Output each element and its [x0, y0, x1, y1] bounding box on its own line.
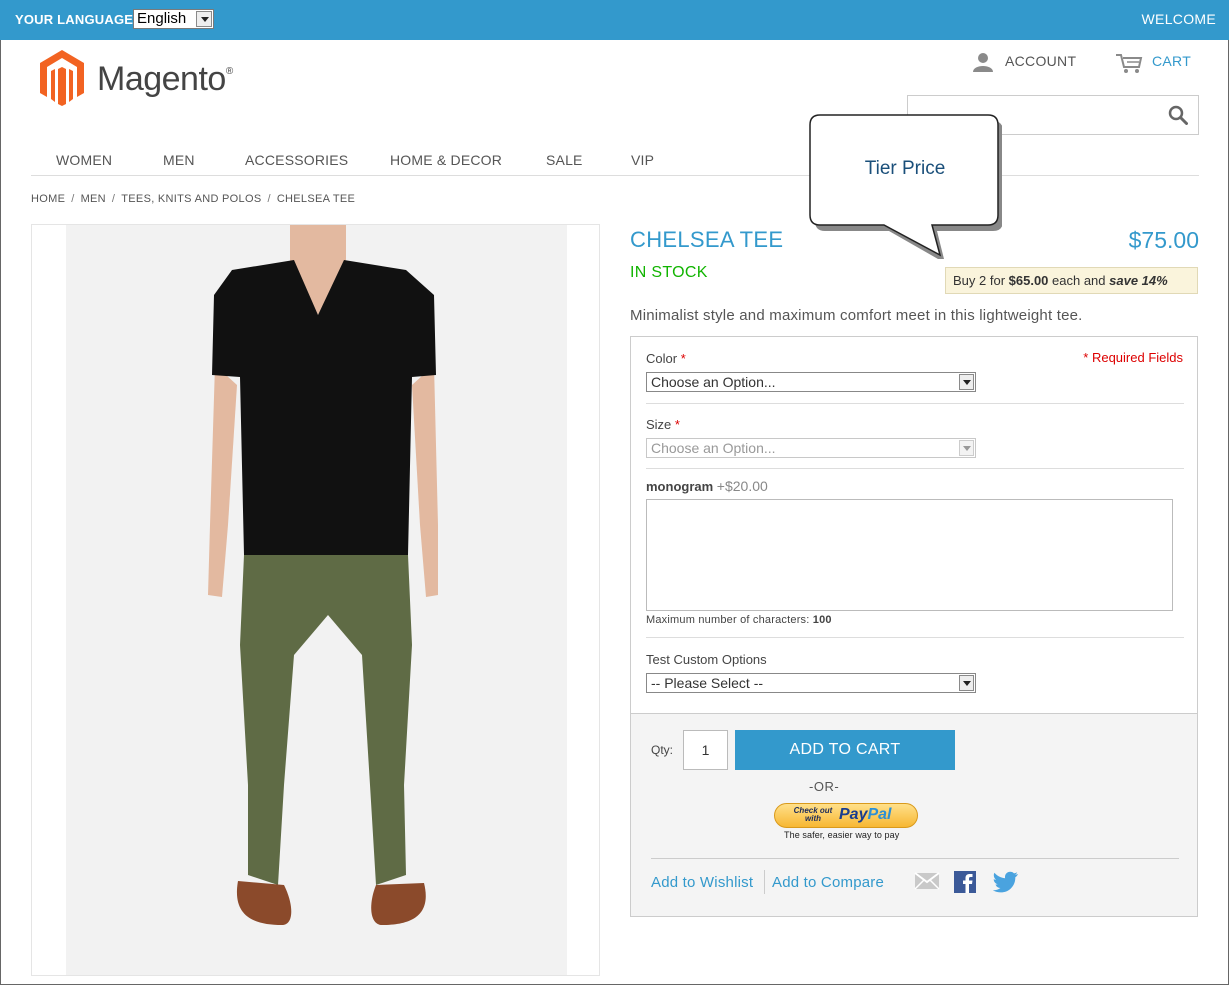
chevron-down-icon: [959, 440, 974, 456]
color-label: Color *: [646, 351, 686, 366]
product-name: CHELSEA TEE: [630, 227, 784, 252]
paypal-tagline: The safer, easier way to pay: [784, 830, 900, 840]
breadcrumb-separator: /: [111, 193, 116, 205]
breadcrumb-tees[interactable]: TEES, KNITS AND POLOS: [121, 193, 261, 205]
divider: [646, 403, 1184, 404]
color-select[interactable]: Choose an Option...: [646, 372, 976, 392]
paypal-logo: PayPal: [839, 806, 892, 823]
language-value: English: [137, 10, 187, 27]
tier-price: $65.00: [1008, 273, 1049, 288]
add-to-wishlist-link[interactable]: Add to Wishlist: [651, 874, 753, 891]
nav-item-sale[interactable]: SALE: [546, 152, 583, 168]
chevron-down-icon[interactable]: [196, 11, 212, 27]
paypal-small-text: Check out with: [793, 806, 833, 823]
language-label: YOUR LANGUAGE:: [15, 12, 138, 27]
cart-label: CART: [1152, 53, 1192, 69]
tier-prefix: Buy 2 for: [953, 273, 1009, 288]
main-nav: WOMEN MEN ACCESSORIES HOME & DECOR SALE …: [31, 140, 1199, 176]
max-chars-note: Maximum number of characters: 100: [646, 614, 832, 626]
breadcrumb: HOME / MEN / TEES, KNITS AND POLOS / CHELSEA T…: [31, 193, 355, 205]
product-photo: [66, 225, 567, 975]
magento-logo-icon: [40, 50, 84, 106]
facebook-icon[interactable]: [954, 871, 976, 893]
required-fields-note: * Required Fields: [1083, 350, 1183, 365]
tier-save: save 14%: [1109, 273, 1168, 288]
link-separator: [764, 870, 765, 894]
custom-options-label: Test Custom Options: [646, 652, 767, 667]
email-icon[interactable]: [914, 871, 940, 891]
logo-text: Magento®: [97, 60, 233, 98]
product-options: Color * * Required Fields Choose an Opti…: [630, 336, 1198, 714]
nav-item-accessories[interactable]: ACCESSORIES: [245, 152, 348, 168]
custom-options-select[interactable]: -- Please Select --: [646, 673, 976, 693]
qty-input[interactable]: 1: [683, 730, 728, 770]
size-select-value: Choose an Option...: [651, 440, 776, 456]
stock-status: IN STOCK: [630, 264, 708, 281]
chevron-down-icon[interactable]: [959, 374, 974, 390]
size-label: Size *: [646, 417, 680, 432]
user-icon: [973, 53, 993, 72]
chevron-down-icon[interactable]: [959, 675, 974, 691]
breadcrumb-current: CHELSEA TEE: [276, 193, 356, 205]
paypal-button-shape: Check out with PayPal: [774, 803, 918, 828]
size-select[interactable]: Choose an Option...: [646, 438, 976, 458]
breadcrumb-men[interactable]: MEN: [81, 193, 106, 205]
cart-icon: [1116, 54, 1143, 73]
nav-item-home-decor[interactable]: HOME & DECOR: [390, 152, 502, 168]
tier-price-box: Buy 2 for $65.00 each and save 14%: [945, 267, 1198, 294]
nav-item-men[interactable]: MEN: [163, 152, 195, 168]
product-image[interactable]: [31, 224, 600, 976]
add-to-compare-link[interactable]: Add to Compare: [772, 874, 884, 891]
welcome-text: WELCOME: [1141, 11, 1216, 27]
top-bar: YOUR LANGUAGE: English WELCOME: [0, 0, 1229, 40]
product-price: $75.00: [1128, 227, 1199, 253]
add-to-cart-button[interactable]: ADD TO CART: [735, 730, 955, 770]
account-label: ACCOUNT: [1005, 53, 1077, 69]
nav-item-vip[interactable]: VIP: [631, 152, 654, 168]
monogram-label: monogram +$20.00: [646, 478, 768, 494]
monogram-textarea[interactable]: [646, 499, 1173, 611]
breadcrumb-separator: /: [71, 193, 75, 205]
qty-label: Qty:: [651, 743, 674, 757]
tier-price-callout: Tier Price: [808, 114, 1002, 259]
callout-text: Tier Price: [864, 158, 946, 179]
tier-middle: each and: [1048, 273, 1110, 288]
breadcrumb-home[interactable]: HOME: [31, 193, 65, 205]
divider: [646, 637, 1184, 638]
breadcrumb-separator: /: [267, 193, 271, 205]
add-to-cart-box: Qty: 1 ADD TO CART -OR- Check out with P…: [630, 713, 1198, 917]
search-icon[interactable]: [1168, 105, 1188, 125]
logo[interactable]: Magento®: [40, 50, 250, 108]
custom-select-value: -- Please Select --: [651, 675, 764, 691]
divider: [646, 468, 1184, 469]
product-description: Minimalist style and maximum comfort mee…: [630, 307, 1083, 324]
callout-bubble: [809, 114, 1002, 259]
divider: [651, 858, 1179, 859]
nav-item-women[interactable]: WOMEN: [56, 152, 112, 168]
twitter-icon[interactable]: [993, 871, 1019, 893]
or-separator: -OR-: [809, 779, 840, 794]
paypal-checkout-button[interactable]: Check out with PayPal The safer, easier …: [774, 803, 918, 843]
color-select-value: Choose an Option...: [651, 374, 776, 390]
language-select[interactable]: English: [133, 9, 214, 29]
